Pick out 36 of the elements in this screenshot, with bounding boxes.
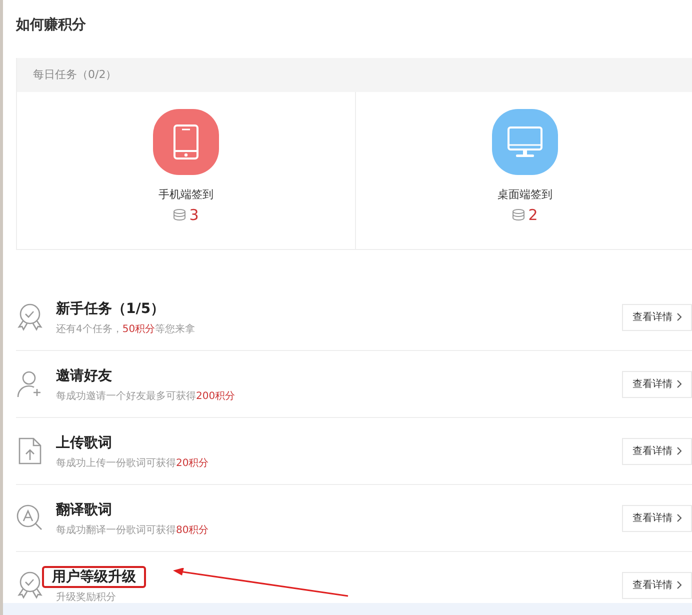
chevron-right-icon (676, 447, 682, 455)
task-title: 邀请好友 (55, 367, 113, 386)
view-details-button[interactable]: 查看详情 (622, 304, 692, 330)
task-description: 每成功邀请一个好友最多可获得200积分 (56, 390, 236, 403)
sign-in-badge[interactable] (492, 109, 558, 175)
task-description: 每成功上传一份歌词可获得20积分 (56, 457, 209, 470)
translate-icon (16, 504, 44, 532)
task-title: 翻译歌词 (54, 501, 113, 520)
view-details-button[interactable]: 查看详情 (622, 572, 692, 598)
daily-tasks-header: 每日任务（0/2） (17, 58, 692, 92)
view-details-button[interactable]: 查看详情 (622, 438, 692, 464)
chevron-right-icon (676, 514, 682, 522)
view-details-button[interactable]: 查看详情 (622, 370, 692, 398)
task-description: 升级奖励积分 (56, 591, 116, 604)
coins-icon (173, 209, 186, 221)
points-value: 2 (528, 207, 538, 223)
page-title: 如何赚积分 (14, 16, 87, 35)
sign-in-label: 手机端签到 (158, 188, 214, 202)
medal-icon (16, 303, 44, 331)
phone-icon (173, 124, 199, 160)
task-title: 上传歌词 (55, 434, 113, 453)
sign-in-label: 桌面端签到 (498, 188, 552, 202)
points-value: 3 (189, 207, 199, 223)
coins-icon (512, 209, 526, 221)
chevron-right-icon (676, 313, 682, 321)
task-description: 每成功翻译一份歌词可获得80积分 (56, 524, 209, 537)
medal-icon (16, 571, 44, 599)
sign-in-badge[interactable] (153, 109, 219, 175)
task-title: 用户等级升级 (42, 566, 146, 588)
task-title: 新手任务（1/5） (55, 300, 166, 319)
task-description: 还有4个任务，50积分等您来拿 (56, 323, 196, 336)
monitor-icon (507, 126, 543, 158)
chevron-right-icon (676, 581, 682, 589)
upload-file-icon (16, 437, 44, 465)
view-details-button[interactable]: 查看详情 (622, 504, 692, 532)
chevron-right-icon (676, 380, 682, 388)
